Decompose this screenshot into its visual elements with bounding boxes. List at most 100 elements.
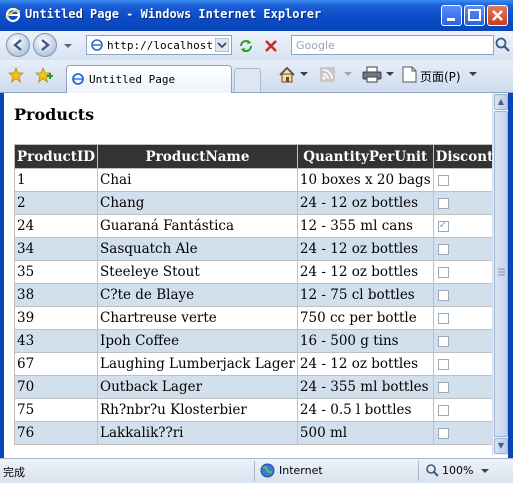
page-menu-label[interactable]: 页面(P) xyxy=(420,68,461,85)
minimize-icon xyxy=(447,18,455,21)
quantity-cell: 24 - 0.5 l bottles xyxy=(296,398,434,422)
page-menu-icon[interactable] xyxy=(402,66,417,83)
forward-arrow-icon xyxy=(41,39,50,51)
product-id-cell: 35 xyxy=(13,260,99,284)
quantity-cell: 12 - 75 cl bottles xyxy=(296,283,434,307)
page-heading: Products xyxy=(14,105,95,124)
product-name-cell: Rh?nbr?u Klosterbier xyxy=(97,398,298,422)
product-id-cell: 24 xyxy=(13,214,99,238)
discontinued-checkbox xyxy=(437,175,449,186)
print-icon[interactable] xyxy=(362,66,382,83)
scroll-up-button[interactable]: ▲ xyxy=(494,94,508,110)
address-dropdown-icon[interactable] xyxy=(215,38,229,52)
page-icon xyxy=(91,39,103,51)
zone-label: Internet xyxy=(279,464,323,477)
discontinued-checkbox xyxy=(437,336,449,347)
page-menu-dropdown-icon[interactable] xyxy=(469,72,477,78)
discontinued-cell xyxy=(432,260,492,284)
product-id-cell: 34 xyxy=(13,237,99,261)
quantity-cell: 24 - 12 oz bottles xyxy=(296,260,434,284)
scroll-thumb[interactable] xyxy=(494,111,508,437)
maximize-button[interactable] xyxy=(464,5,485,26)
discontinued-cell xyxy=(432,306,492,330)
stop-icon[interactable] xyxy=(263,38,279,54)
close-button[interactable] xyxy=(487,5,508,26)
add-favorites-icon[interactable] xyxy=(35,67,53,83)
zoom-dropdown-icon[interactable] xyxy=(481,469,489,474)
table-body: 1 Chai 10 boxes x 20 bags 2 Chang 24 - 12 oz … xyxy=(13,168,492,445)
column-header-productname: ProductName xyxy=(97,144,298,169)
zoom-level[interactable]: 100% xyxy=(442,464,473,477)
quantity-cell: 24 - 355 ml bottles xyxy=(296,375,434,399)
scroll-down-button[interactable]: ▼ xyxy=(494,438,508,454)
vertical-scrollbar[interactable]: ▲ ▼ xyxy=(492,93,508,455)
status-divider xyxy=(418,461,419,481)
minimize-button[interactable] xyxy=(441,5,462,26)
back-button[interactable] xyxy=(6,33,30,57)
quantity-cell: 24 - 12 oz bottles xyxy=(296,191,434,215)
maximize-icon xyxy=(468,9,481,21)
discontinued-cell xyxy=(432,237,492,261)
quantity-cell: 500 ml xyxy=(296,421,434,445)
zoom-icon[interactable] xyxy=(426,464,439,477)
status-bar: 完成 Internet 100% xyxy=(0,458,513,483)
discontinued-cell xyxy=(432,283,492,307)
table-row: 34 Sasquatch Ale 24 - 12 oz bottles xyxy=(13,237,492,261)
window-frame-right xyxy=(508,93,513,458)
discontinued-checkbox xyxy=(437,428,449,439)
table-row: 35 Steeleye Stout 24 - 12 oz bottles xyxy=(13,260,492,284)
new-tab-button[interactable] xyxy=(234,68,261,92)
tab-bar: Untitled Page 页面(P) xyxy=(0,60,513,93)
discontinued-cell xyxy=(432,214,492,238)
ie-page-icon xyxy=(72,73,84,85)
table-row: 24 Guaraná Fantástica 12 - 355 ml cans xyxy=(13,214,492,238)
close-icon xyxy=(492,10,503,21)
product-id-cell: 70 xyxy=(13,375,99,399)
quantity-cell: 16 - 500 g tins xyxy=(296,329,434,353)
history-dropdown-icon[interactable] xyxy=(63,42,73,50)
discontinued-checkbox xyxy=(437,359,449,370)
discontinued-cell xyxy=(432,398,492,422)
column-header-discontinued: Discontinued xyxy=(432,144,492,169)
search-icon[interactable] xyxy=(495,37,511,53)
products-table: ProductID ProductName QuantityPerUnit Di… xyxy=(13,144,492,445)
table-row: 1 Chai 10 boxes x 20 bags xyxy=(13,168,492,192)
discontinued-checkbox xyxy=(437,218,449,232)
address-input[interactable]: http://localhost:1 xyxy=(107,39,213,52)
product-name-cell: Lakkalik??ri xyxy=(97,421,298,445)
quantity-cell: 24 - 12 oz bottles xyxy=(296,237,434,261)
home-dropdown-icon[interactable] xyxy=(300,72,308,78)
status-divider xyxy=(254,461,255,481)
discontinued-checkbox xyxy=(437,290,449,301)
address-bar[interactable]: http://localhost:1 xyxy=(86,35,232,55)
forward-button[interactable] xyxy=(33,33,57,57)
discontinued-cell xyxy=(432,329,492,353)
table-row: 38 C?te de Blaye 12 - 75 cl bottles xyxy=(13,283,492,307)
product-name-cell: Guaraná Fantástica xyxy=(97,214,298,238)
internet-zone-icon xyxy=(260,463,275,478)
discontinued-checkbox xyxy=(437,382,449,393)
feeds-dropdown-icon[interactable] xyxy=(344,72,352,78)
favorites-star-icon[interactable] xyxy=(8,67,24,83)
column-header-quantityperunit: QuantityPerUnit xyxy=(296,144,434,169)
quantity-cell: 12 - 355 ml cans xyxy=(296,214,434,238)
refresh-icon[interactable] xyxy=(238,38,254,54)
discontinued-checkbox xyxy=(437,198,449,209)
feeds-icon[interactable] xyxy=(320,67,335,82)
column-header-productid: ProductID xyxy=(13,144,99,169)
print-dropdown-icon[interactable] xyxy=(386,72,394,78)
quantity-cell: 10 boxes x 20 bags xyxy=(296,168,434,192)
table-row: 76 Lakkalik??ri 500 ml xyxy=(13,421,492,445)
search-input[interactable]: Google xyxy=(296,39,335,52)
home-icon[interactable] xyxy=(278,66,296,83)
quantity-cell: 750 cc per bottle xyxy=(296,306,434,330)
table-header-row: ProductID ProductName QuantityPerUnit Di… xyxy=(13,144,492,169)
product-id-cell: 75 xyxy=(13,398,99,422)
table-row: 2 Chang 24 - 12 oz bottles xyxy=(13,191,492,215)
product-id-cell: 76 xyxy=(13,421,99,445)
tab-untitled-page[interactable]: Untitled Page xyxy=(66,65,232,93)
product-id-cell: 1 xyxy=(13,168,99,192)
status-text: 完成 xyxy=(3,466,25,479)
search-box[interactable]: Google xyxy=(291,35,494,55)
back-arrow-icon xyxy=(13,39,22,51)
